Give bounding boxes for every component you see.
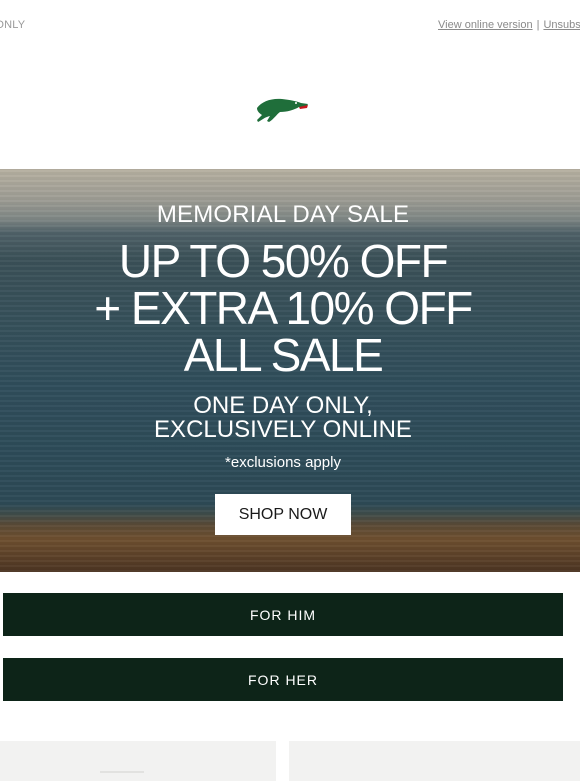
shop-now-button[interactable]: SHOP NOW	[215, 494, 351, 535]
preheader-text: AY ONLY	[0, 19, 26, 31]
product-card[interactable]	[289, 741, 580, 781]
headline: UP TO 50% OFF + EXTRA 10% OFF ALL SALE	[0, 238, 566, 379]
subheadline: ONE DAY ONLY, EXCLUSIVELY ONLINE	[0, 394, 566, 442]
preheader-links: View online version|Unsubsc	[438, 19, 580, 31]
exclusions-note: *exclusions apply	[225, 454, 341, 471]
link-separator: |	[536, 19, 540, 31]
view-online-link[interactable]: View online version	[438, 19, 533, 31]
sale-title: MEMORIAL DAY SALE	[156, 201, 410, 228]
headline-line: ALL SALE	[183, 329, 384, 381]
for-him-button[interactable]: FOR HIM	[3, 593, 563, 636]
product-card[interactable]	[0, 741, 276, 781]
hero-banner[interactable]: MEMORIAL DAY SALE UP TO 50% OFF + EXTRA …	[0, 169, 580, 572]
subheadline-line: EXCLUSIVELY ONLINE	[154, 416, 412, 443]
crocodile-logo-icon[interactable]	[254, 93, 310, 127]
unsubscribe-link[interactable]: Unsubsc	[543, 19, 580, 31]
subheadline-line: ONE DAY ONLY,	[193, 392, 373, 419]
headline-line: + EXTRA 10% OFF	[94, 282, 473, 334]
headline-line: UP TO 50% OFF	[118, 235, 449, 287]
card-image-placeholder	[100, 771, 144, 773]
for-her-button[interactable]: FOR HER	[3, 658, 563, 701]
preheader-bar: AY ONLY View online version|Unsubsc	[0, 0, 580, 50]
